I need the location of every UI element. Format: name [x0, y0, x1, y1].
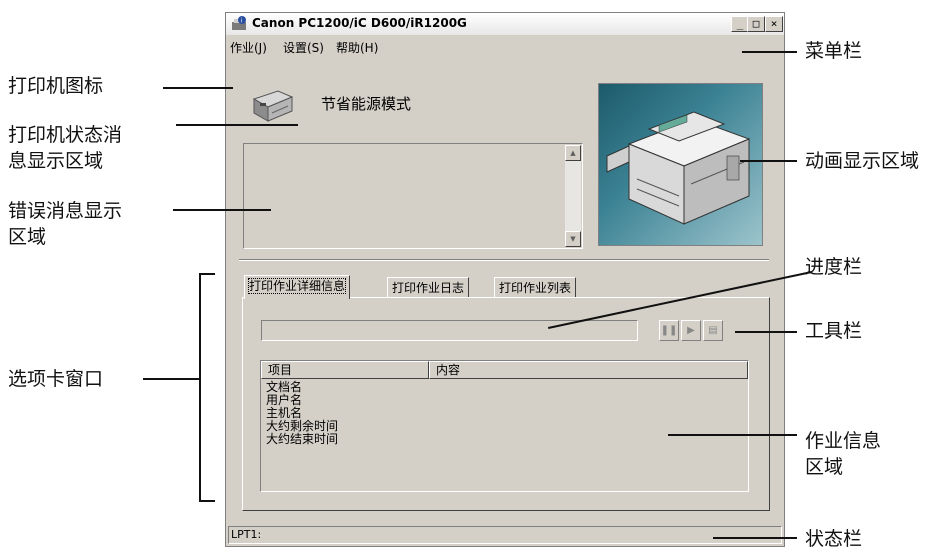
error-message-area: ▲ ▼ — [243, 143, 583, 249]
column-header-item[interactable]: 项目 — [261, 361, 429, 379]
callout-printer-icon: 打印机图标 — [8, 75, 104, 97]
leader-tab-window — [143, 378, 201, 380]
printer-app-icon: i — [232, 16, 246, 30]
tab-job-log-label: 打印作业日志 — [392, 281, 465, 295]
animation-display-area — [598, 83, 763, 246]
scroll-down-icon[interactable]: ▼ — [565, 231, 581, 247]
scroll-up-icon[interactable]: ▲ — [565, 145, 581, 161]
printer-icon — [252, 90, 294, 122]
callout-progress-bar: 进度栏 — [805, 256, 863, 278]
callout-menu-bar: 菜单栏 — [805, 40, 863, 62]
callout-toolbar: 工具栏 — [805, 320, 863, 342]
window-title: Canon PC1200/iC D600/iR1200G — [252, 16, 467, 30]
maximize-button[interactable]: □ — [747, 16, 765, 32]
tab-job-list-label: 打印作业列表 — [499, 281, 572, 295]
delete-job-icon[interactable]: ▤ — [703, 320, 723, 341]
leader-job-info — [668, 434, 797, 436]
leader-animation-area — [740, 160, 797, 162]
callout-job-info-2: 区域 — [805, 456, 844, 478]
close-button[interactable]: × — [765, 16, 783, 32]
resume-icon[interactable]: ▶ — [681, 320, 701, 341]
callout-job-info-1: 作业信息 — [805, 430, 882, 452]
leader-status-bar — [713, 537, 797, 539]
callout-status-area-2: 息显示区域 — [8, 150, 104, 172]
tab-job-log[interactable]: 打印作业日志 — [387, 277, 470, 299]
printer-status-window: i Canon PC1200/iC D600/iR1200G _ □ × 作业(… — [225, 12, 785, 547]
copier-illustration — [606, 111, 751, 225]
leader-status-area — [176, 124, 298, 126]
bracket-tab-window — [199, 273, 201, 502]
leader-error-area — [173, 209, 271, 211]
leader-toolbar — [735, 331, 797, 333]
callout-status-bar: 状态栏 — [805, 528, 863, 550]
leader-menu-bar — [742, 51, 797, 53]
bracket-top — [199, 273, 215, 275]
callout-animation-area: 动画显示区域 — [805, 150, 920, 172]
menu-help[interactable]: 帮助(H) — [336, 39, 378, 56]
callout-status-area-1: 打印机状态消 — [8, 124, 123, 146]
callout-error-area-1: 错误消息显示 — [8, 200, 123, 222]
error-scrollbar[interactable]: ▲ ▼ — [565, 145, 581, 247]
list-item: 大约结束时间 — [266, 432, 339, 446]
tab-job-details[interactable]: 打印作业详细信息 — [244, 275, 351, 299]
menu-job[interactable]: 作业(J) — [230, 39, 267, 56]
callout-tab-window: 选项卡窗口 — [8, 368, 104, 390]
menu-settings[interactable]: 设置(S) — [283, 39, 324, 56]
pause-icon[interactable]: ❚❚ — [659, 320, 679, 341]
menu-bar: 作业(J) 设置(S) 帮助(H) — [226, 36, 784, 56]
tab-job-details-label: 打印作业详细信息 — [247, 278, 347, 294]
bracket-bottom — [199, 500, 215, 502]
leader-printer-icon — [163, 87, 233, 89]
progress-bar — [261, 320, 638, 341]
job-info-area: 项目 内容 文档名 用户名 主机名 大约剩余时间 大约结束时间 — [260, 360, 749, 492]
tab-job-list[interactable]: 打印作业列表 — [494, 277, 577, 299]
printer-status-message: 节省能源模式 — [321, 95, 412, 113]
callout-error-area-2: 区域 — [8, 226, 47, 248]
status-bar: LPT1: — [228, 526, 782, 544]
column-header-content[interactable]: 内容 — [429, 361, 748, 379]
title-bar[interactable]: i Canon PC1200/iC D600/iR1200G _ □ × — [226, 13, 784, 35]
separator — [239, 259, 769, 261]
